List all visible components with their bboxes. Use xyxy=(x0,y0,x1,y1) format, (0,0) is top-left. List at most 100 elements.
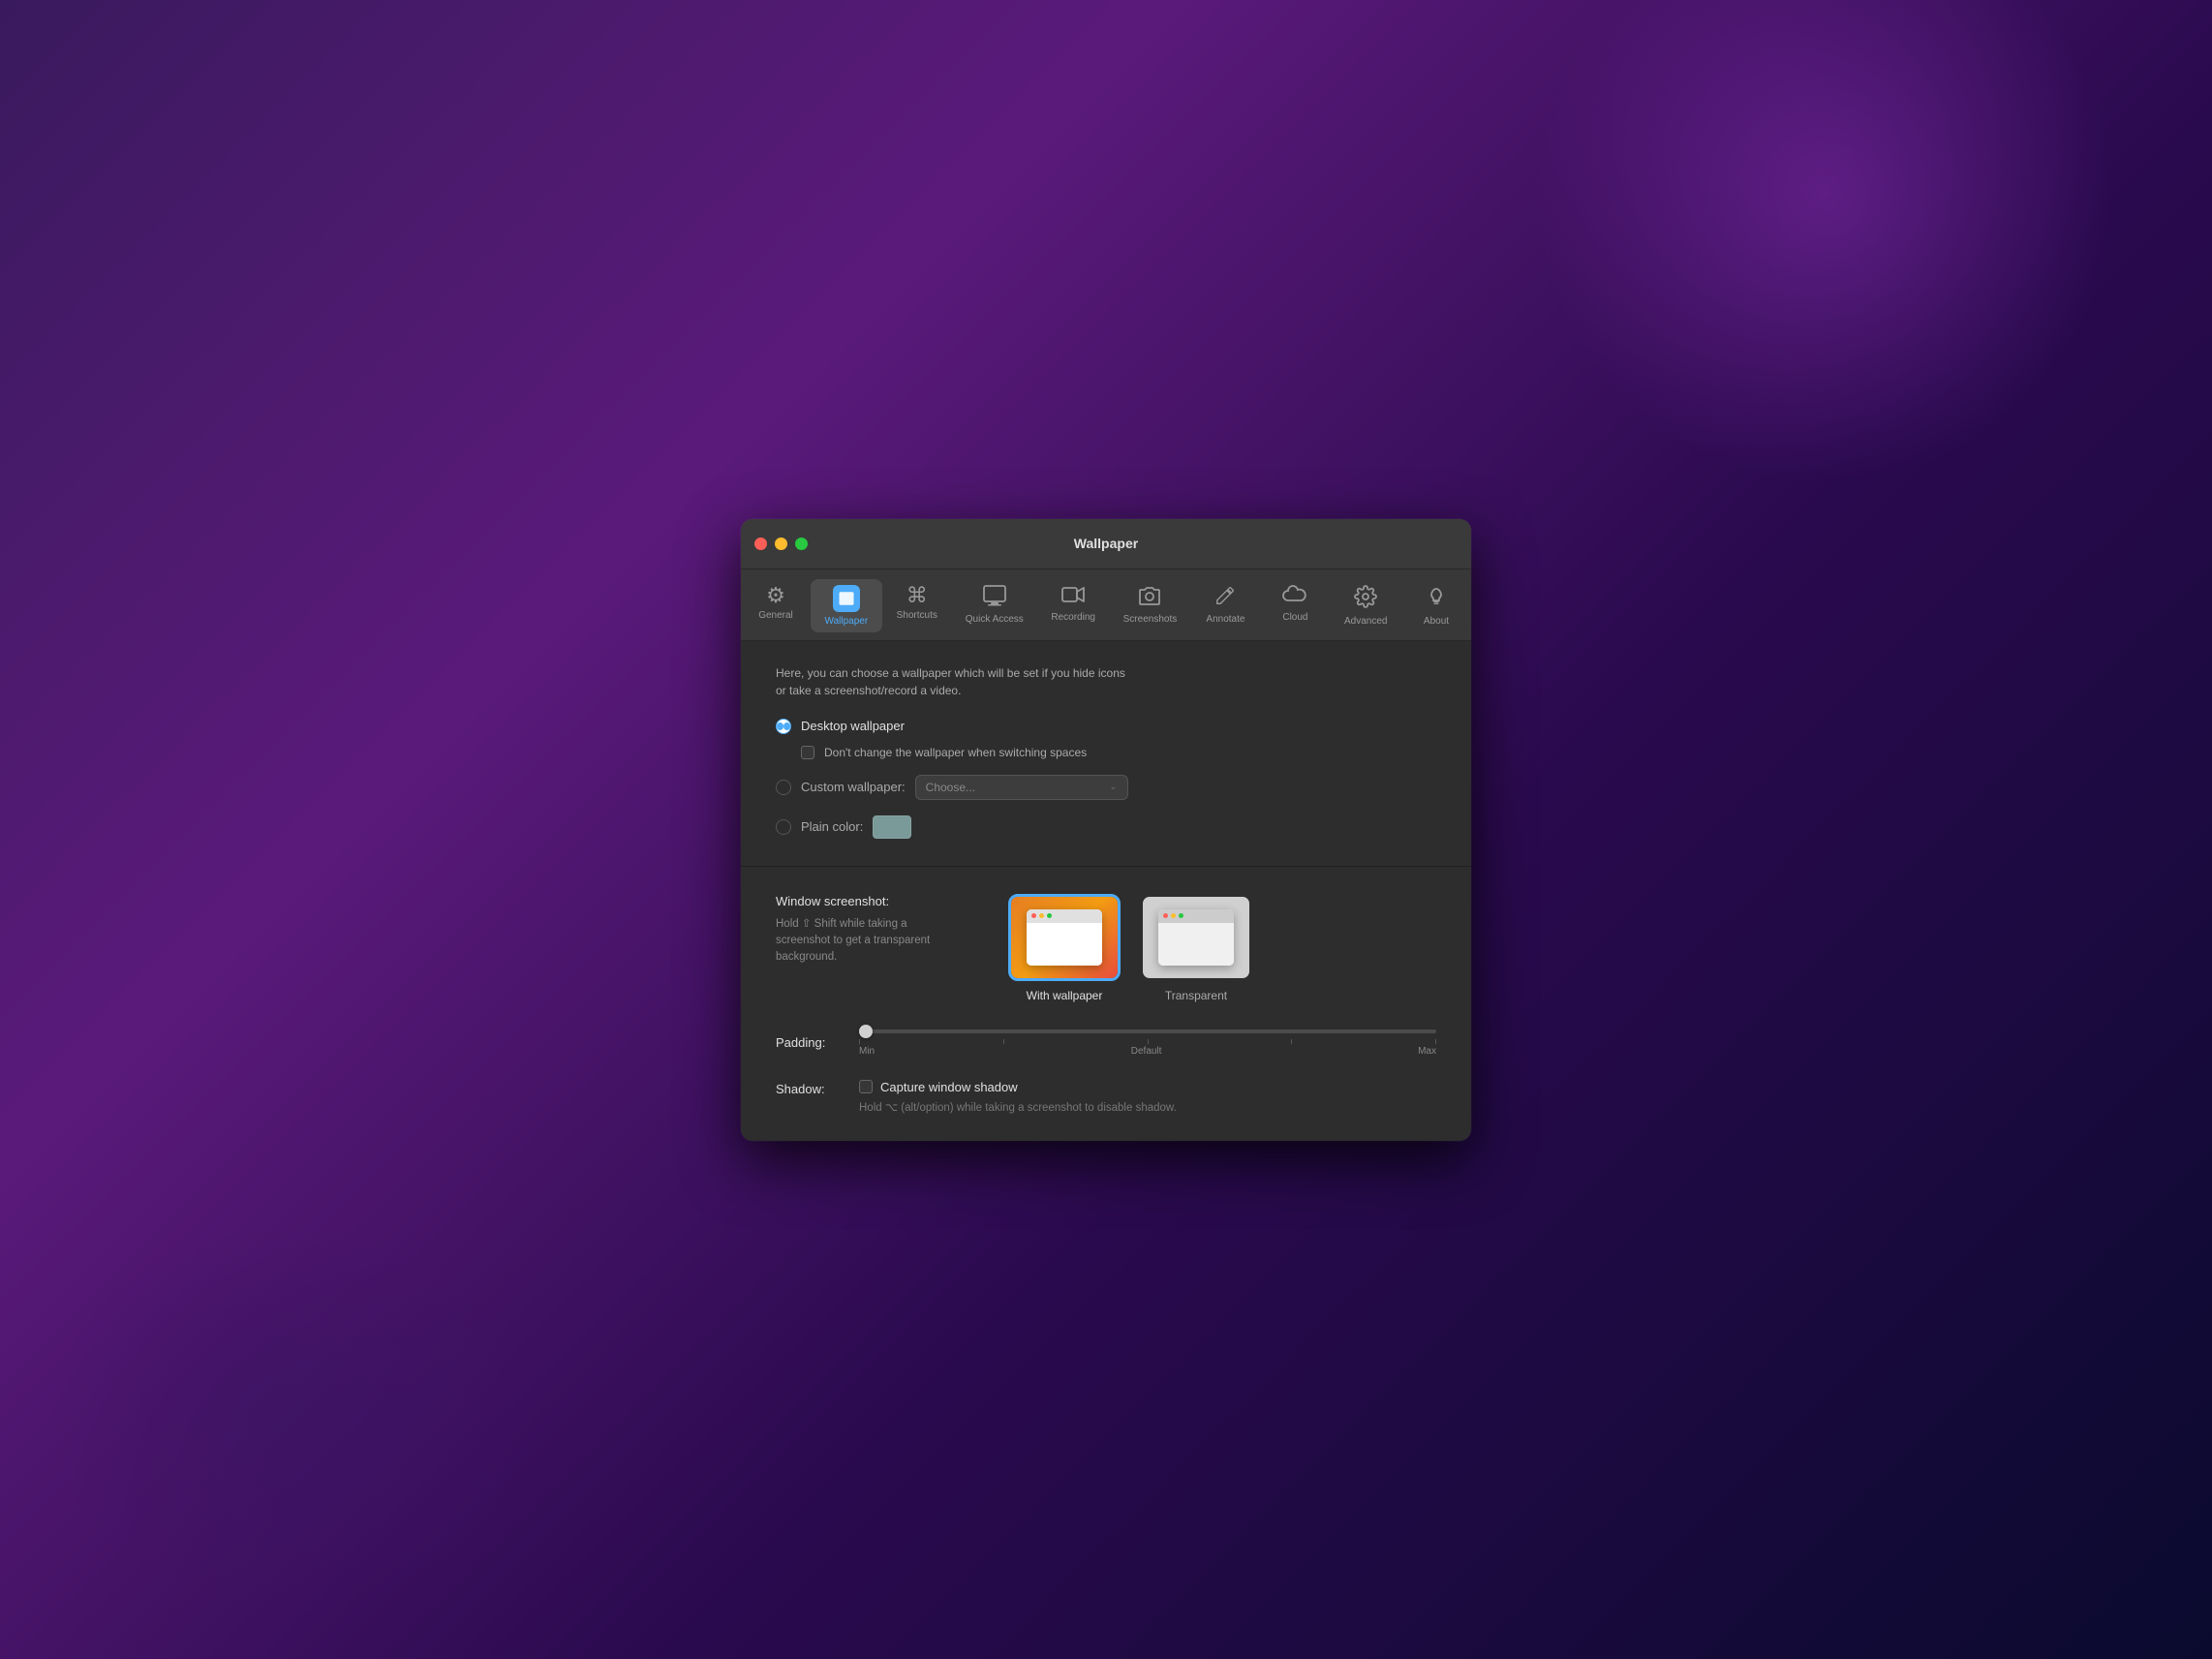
ws-preview-wallpaper xyxy=(1008,894,1121,981)
tab-cloud[interactable]: Cloud xyxy=(1260,579,1330,632)
quickaccess-icon xyxy=(983,585,1006,610)
preview-dot-green-t xyxy=(1179,913,1183,918)
preview-dot-red xyxy=(1031,913,1036,918)
padding-section: Padding: Min Default M xyxy=(741,1029,1471,1080)
tab-quickaccess[interactable]: Quick Access xyxy=(952,579,1037,632)
choose-placeholder: Choose... xyxy=(926,781,975,794)
ws-description: Window screenshot: Hold ⇧ Shift while ta… xyxy=(776,894,969,967)
tab-general-label: General xyxy=(758,610,793,621)
tab-recording[interactable]: Recording xyxy=(1037,579,1110,632)
slider-ticks xyxy=(859,1039,1436,1044)
padding-row: Padding: Min Default M xyxy=(776,1029,1436,1057)
content-area: Here, you can choose a wallpaper which w… xyxy=(741,641,1471,1141)
preview-dot-yellow-t xyxy=(1171,913,1176,918)
about-icon xyxy=(1426,585,1447,612)
slider-labels: Min Default Max xyxy=(859,1046,1436,1057)
preview-content-wallpaper xyxy=(1027,923,1102,966)
slider-min-label: Min xyxy=(859,1046,875,1057)
tab-screenshots[interactable]: Screenshots xyxy=(1109,579,1190,632)
preview-dot-yellow xyxy=(1039,913,1044,918)
capture-shadow-label: Capture window shadow xyxy=(880,1080,1018,1094)
window-title: Wallpaper xyxy=(1074,536,1138,551)
padding-slider-container: Min Default Max xyxy=(859,1029,1436,1057)
plain-color-swatch[interactable] xyxy=(873,815,911,839)
tab-advanced[interactable]: Advanced xyxy=(1330,579,1401,632)
advanced-icon xyxy=(1354,585,1377,612)
shadow-section: Shadow: Capture window shadow Hold ⌥ (al… xyxy=(741,1080,1471,1141)
close-button[interactable] xyxy=(754,538,767,550)
tab-wallpaper[interactable]: Wallpaper xyxy=(811,579,882,632)
preview-window-inner-wallpaper xyxy=(1027,909,1102,966)
padding-slider-thumb[interactable] xyxy=(859,1025,873,1038)
dont-change-checkbox[interactable] xyxy=(801,746,814,759)
shadow-row: Shadow: Capture window shadow Hold ⌥ (al… xyxy=(776,1080,1436,1114)
window-screenshot-section: Window screenshot: Hold ⇧ Shift while ta… xyxy=(741,867,1471,1029)
plain-radio-label: Plain color: xyxy=(801,819,863,834)
ws-transparent-label: Transparent xyxy=(1165,989,1227,1002)
dropdown-chevron-icon: ⌄ xyxy=(1109,782,1117,792)
general-icon: ⚙ xyxy=(766,585,785,606)
ws-option-transparent[interactable]: Transparent xyxy=(1140,894,1252,1002)
custom-radio-input[interactable] xyxy=(776,780,791,795)
toolbar: ⚙ General Wallpaper ⌘ Shortcuts xyxy=(741,569,1471,641)
custom-radio-label: Custom wallpaper: xyxy=(801,780,906,794)
section-description: Here, you can choose a wallpaper which w… xyxy=(776,664,1436,699)
tab-screenshots-label: Screenshots xyxy=(1123,614,1178,625)
preferences-window: Wallpaper ⚙ General Wallpaper ⌘ Shortcut… xyxy=(741,519,1471,1141)
tab-cloud-label: Cloud xyxy=(1282,612,1307,623)
preview-content-transparent xyxy=(1158,923,1234,966)
slider-max-label: Max xyxy=(1418,1046,1436,1057)
tab-quickaccess-label: Quick Access xyxy=(966,614,1024,625)
tab-general[interactable]: ⚙ General xyxy=(741,579,811,632)
tab-about-label: About xyxy=(1424,616,1449,627)
wallpaper-options-section: Here, you can choose a wallpaper which w… xyxy=(741,641,1471,867)
ws-option-wallpaper[interactable]: With wallpaper xyxy=(1008,894,1121,1002)
preview-window-inner-transparent xyxy=(1158,909,1234,966)
desktop-wallpaper-option[interactable]: Desktop wallpaper xyxy=(776,719,1436,734)
shadow-hint: Hold ⌥ (alt/option) while taking a scree… xyxy=(859,1100,1177,1114)
dont-change-wallpaper-option: Don't change the wallpaper when switchin… xyxy=(801,746,1436,759)
preview-transparent-bg xyxy=(1143,897,1249,978)
preview-dot-red-t xyxy=(1163,913,1168,918)
wallpaper-radio-group: Desktop wallpaper Don't change the wallp… xyxy=(776,719,1436,839)
recording-icon xyxy=(1061,585,1085,608)
tab-shortcuts-label: Shortcuts xyxy=(897,610,937,621)
desktop-radio-label: Desktop wallpaper xyxy=(801,719,905,733)
ws-options: With wallpaper xyxy=(1008,894,1252,1002)
shadow-checkbox-row: Capture window shadow xyxy=(859,1080,1177,1094)
desktop-radio-input[interactable] xyxy=(776,719,791,734)
tab-recording-label: Recording xyxy=(1051,612,1095,623)
slider-default-label: Default xyxy=(1131,1046,1162,1057)
padding-slider-track xyxy=(859,1029,1436,1033)
traffic-lights xyxy=(754,538,808,550)
tab-annotate[interactable]: Annotate xyxy=(1190,579,1260,632)
preview-titlebar-wallpaper xyxy=(1027,909,1102,923)
padding-label: Padding: xyxy=(776,1035,844,1050)
zoom-button[interactable] xyxy=(795,538,808,550)
plain-radio-input[interactable] xyxy=(776,819,791,835)
plain-color-option: Plain color: xyxy=(776,815,1436,839)
custom-wallpaper-option: Custom wallpaper: Choose... ⌄ xyxy=(776,775,1436,800)
annotate-icon xyxy=(1214,585,1236,610)
ws-preview-transparent xyxy=(1140,894,1252,981)
custom-wallpaper-dropdown[interactable]: Choose... ⌄ xyxy=(915,775,1128,800)
shadow-right: Capture window shadow Hold ⌥ (alt/option… xyxy=(859,1080,1177,1114)
ws-title: Window screenshot: xyxy=(776,894,969,908)
dont-change-label: Don't change the wallpaper when switchin… xyxy=(824,746,1087,759)
ws-desc-text: Hold ⇧ Shift while taking a screenshot t… xyxy=(776,916,969,967)
shadow-label: Shadow: xyxy=(776,1080,844,1096)
minimize-button[interactable] xyxy=(775,538,787,550)
tab-wallpaper-label: Wallpaper xyxy=(825,616,869,627)
tab-about[interactable]: About xyxy=(1401,579,1471,632)
tab-advanced-label: Advanced xyxy=(1344,616,1387,627)
wallpaper-icon xyxy=(833,585,860,612)
ws-wallpaper-label: With wallpaper xyxy=(1027,989,1103,1002)
title-bar: Wallpaper xyxy=(741,519,1471,569)
screenshots-icon xyxy=(1138,585,1161,610)
tab-annotate-label: Annotate xyxy=(1206,614,1244,625)
preview-dot-green xyxy=(1047,913,1052,918)
preview-wallpaper-bg xyxy=(1011,897,1118,978)
capture-shadow-checkbox[interactable] xyxy=(859,1080,873,1093)
tab-shortcuts[interactable]: ⌘ Shortcuts xyxy=(882,579,952,632)
preview-titlebar-transparent xyxy=(1158,909,1234,923)
